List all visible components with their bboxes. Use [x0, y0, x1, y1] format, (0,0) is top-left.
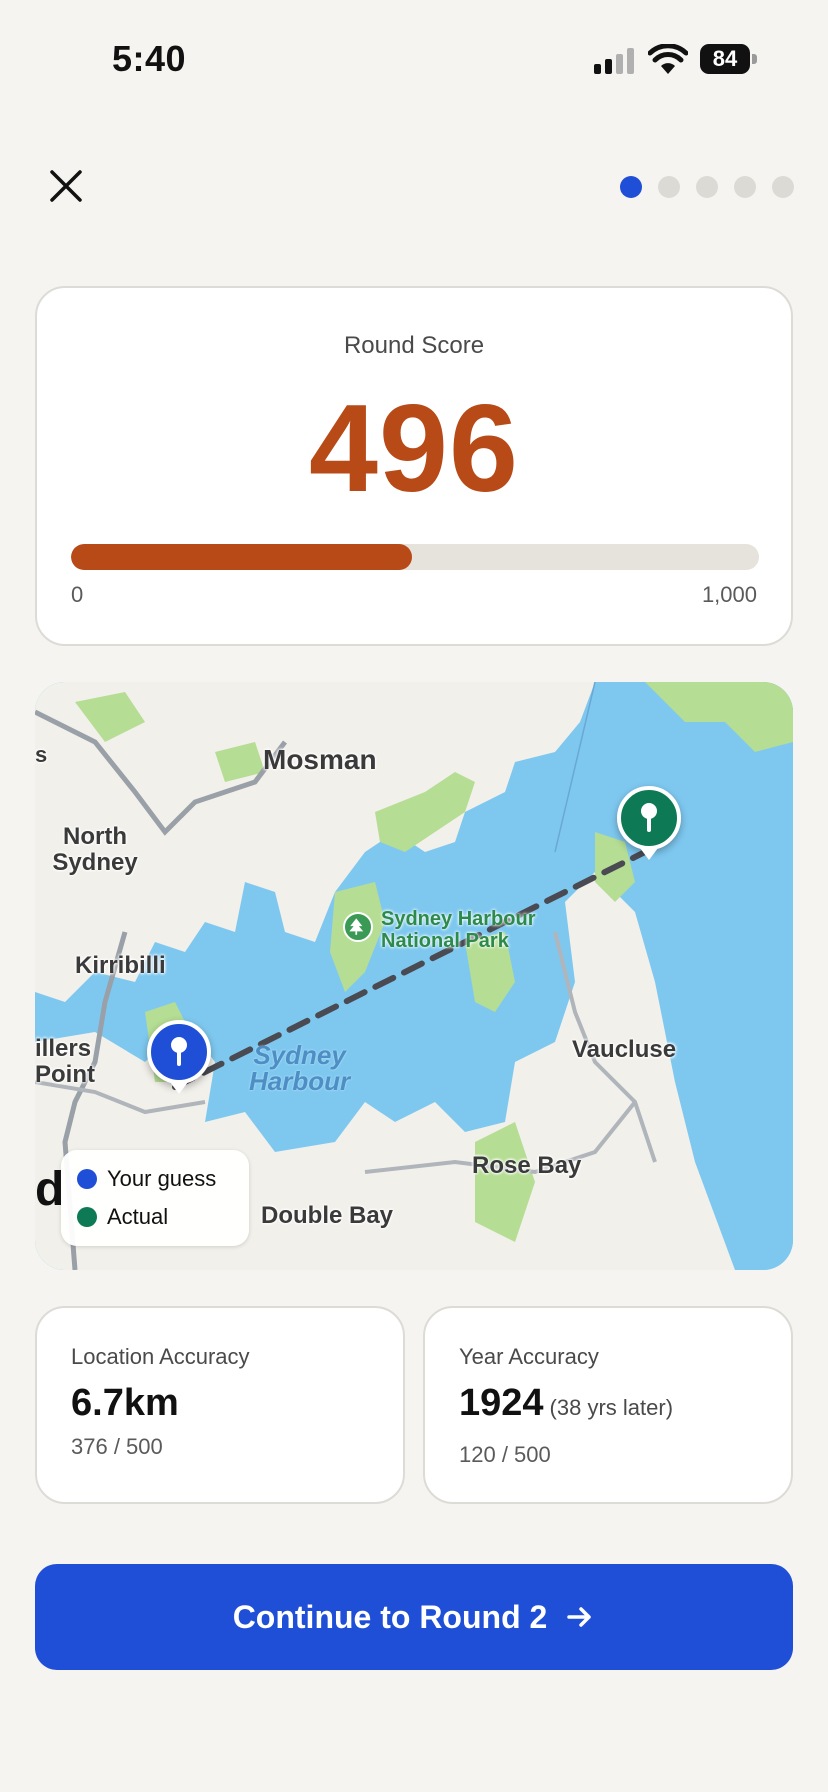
- legend-actual: Actual: [77, 1204, 168, 1230]
- location-accuracy-label: Location Accuracy: [71, 1344, 250, 1369]
- location-accuracy-value: 6.7km: [71, 1382, 179, 1424]
- map-label-millers-point: illers Point: [35, 1035, 95, 1088]
- actual-pin-stem: [647, 816, 651, 832]
- continue-button[interactable]: Continue to Round 2: [35, 1564, 793, 1670]
- round-score-label: Round Score: [343, 332, 485, 359]
- map-label-harbour: Sydney Harbour: [249, 1040, 351, 1096]
- continue-button-label: Continue to Round 2: [232, 1598, 548, 1635]
- year-accuracy-label: Year Accuracy: [459, 1344, 599, 1369]
- progress-dot-3: [696, 176, 718, 198]
- progress-dot-5: [772, 176, 794, 198]
- legend-actual-label: Actual: [107, 1204, 169, 1229]
- round-score-value: 496: [309, 380, 519, 518]
- cellular-signal-icon: [594, 48, 634, 74]
- map-label-double-bay: Double Bay: [261, 1202, 394, 1229]
- score-progress-fill: [71, 544, 413, 570]
- result-map[interactable]: s Mosman North Sydney Kirribilli illers …: [35, 682, 793, 1270]
- map-edge-letter: d: [35, 1163, 65, 1216]
- map-legend: Your guess Actual: [61, 1150, 249, 1246]
- park-tree-icon: [343, 912, 373, 942]
- year-accuracy-difference: (38 yrs later): [549, 1395, 674, 1420]
- close-button[interactable]: [44, 164, 88, 208]
- year-accuracy-points: 120 / 500: [459, 1442, 551, 1467]
- score-progress-bar: [71, 544, 759, 570]
- score-min-label: 0: [71, 582, 84, 607]
- map-label-rose-bay: Rose Bay: [472, 1152, 582, 1179]
- status-bar: 5:40 84: [0, 0, 828, 120]
- battery-level: 84: [700, 44, 750, 74]
- round-progress-dots: [620, 176, 794, 198]
- close-icon: [50, 170, 82, 202]
- progress-dot-2: [658, 176, 680, 198]
- year-accuracy-value-row: 1924 (38 yrs later): [459, 1382, 673, 1425]
- round-score-card: Round Score 496 0 1,000: [35, 286, 793, 646]
- year-accuracy-card: Year Accuracy 1924 (38 yrs later) 120 / 5…: [423, 1306, 793, 1504]
- arrow-right-icon: [567, 1607, 592, 1627]
- guess-pin-stem: [177, 1050, 181, 1066]
- map-label-kirribilli: Kirribilli: [75, 952, 166, 979]
- location-accuracy-card: Location Accuracy 6.7km 376 / 500: [35, 1306, 405, 1504]
- battery-cap: [752, 54, 757, 64]
- legend-guess-label: Your guess: [107, 1166, 217, 1191]
- location-accuracy-points: 376 / 500: [71, 1434, 163, 1459]
- legend-actual-swatch: [77, 1207, 97, 1227]
- year-accuracy-value: 1924: [459, 1382, 544, 1424]
- score-max-label: 1,000: [701, 582, 757, 607]
- battery-icon: 84: [700, 44, 758, 74]
- guess-pin[interactable]: [147, 1020, 211, 1084]
- status-time: 5:40: [112, 38, 187, 79]
- map-label-edge-s: s: [35, 742, 48, 767]
- map-label-vaucluse: Vaucluse: [572, 1036, 677, 1063]
- progress-dot-4: [734, 176, 756, 198]
- legend-guess-swatch: [77, 1169, 97, 1189]
- map-label-mosman: Mosman: [263, 744, 377, 775]
- map-label-park: Sydney Harbour National Park: [381, 908, 536, 952]
- map-label-north-sydney: North Sydney: [52, 823, 138, 876]
- wifi-icon: [648, 44, 688, 74]
- legend-guess: Your guess: [77, 1166, 216, 1192]
- actual-pin[interactable]: [617, 786, 681, 850]
- progress-dot-1: [620, 176, 642, 198]
